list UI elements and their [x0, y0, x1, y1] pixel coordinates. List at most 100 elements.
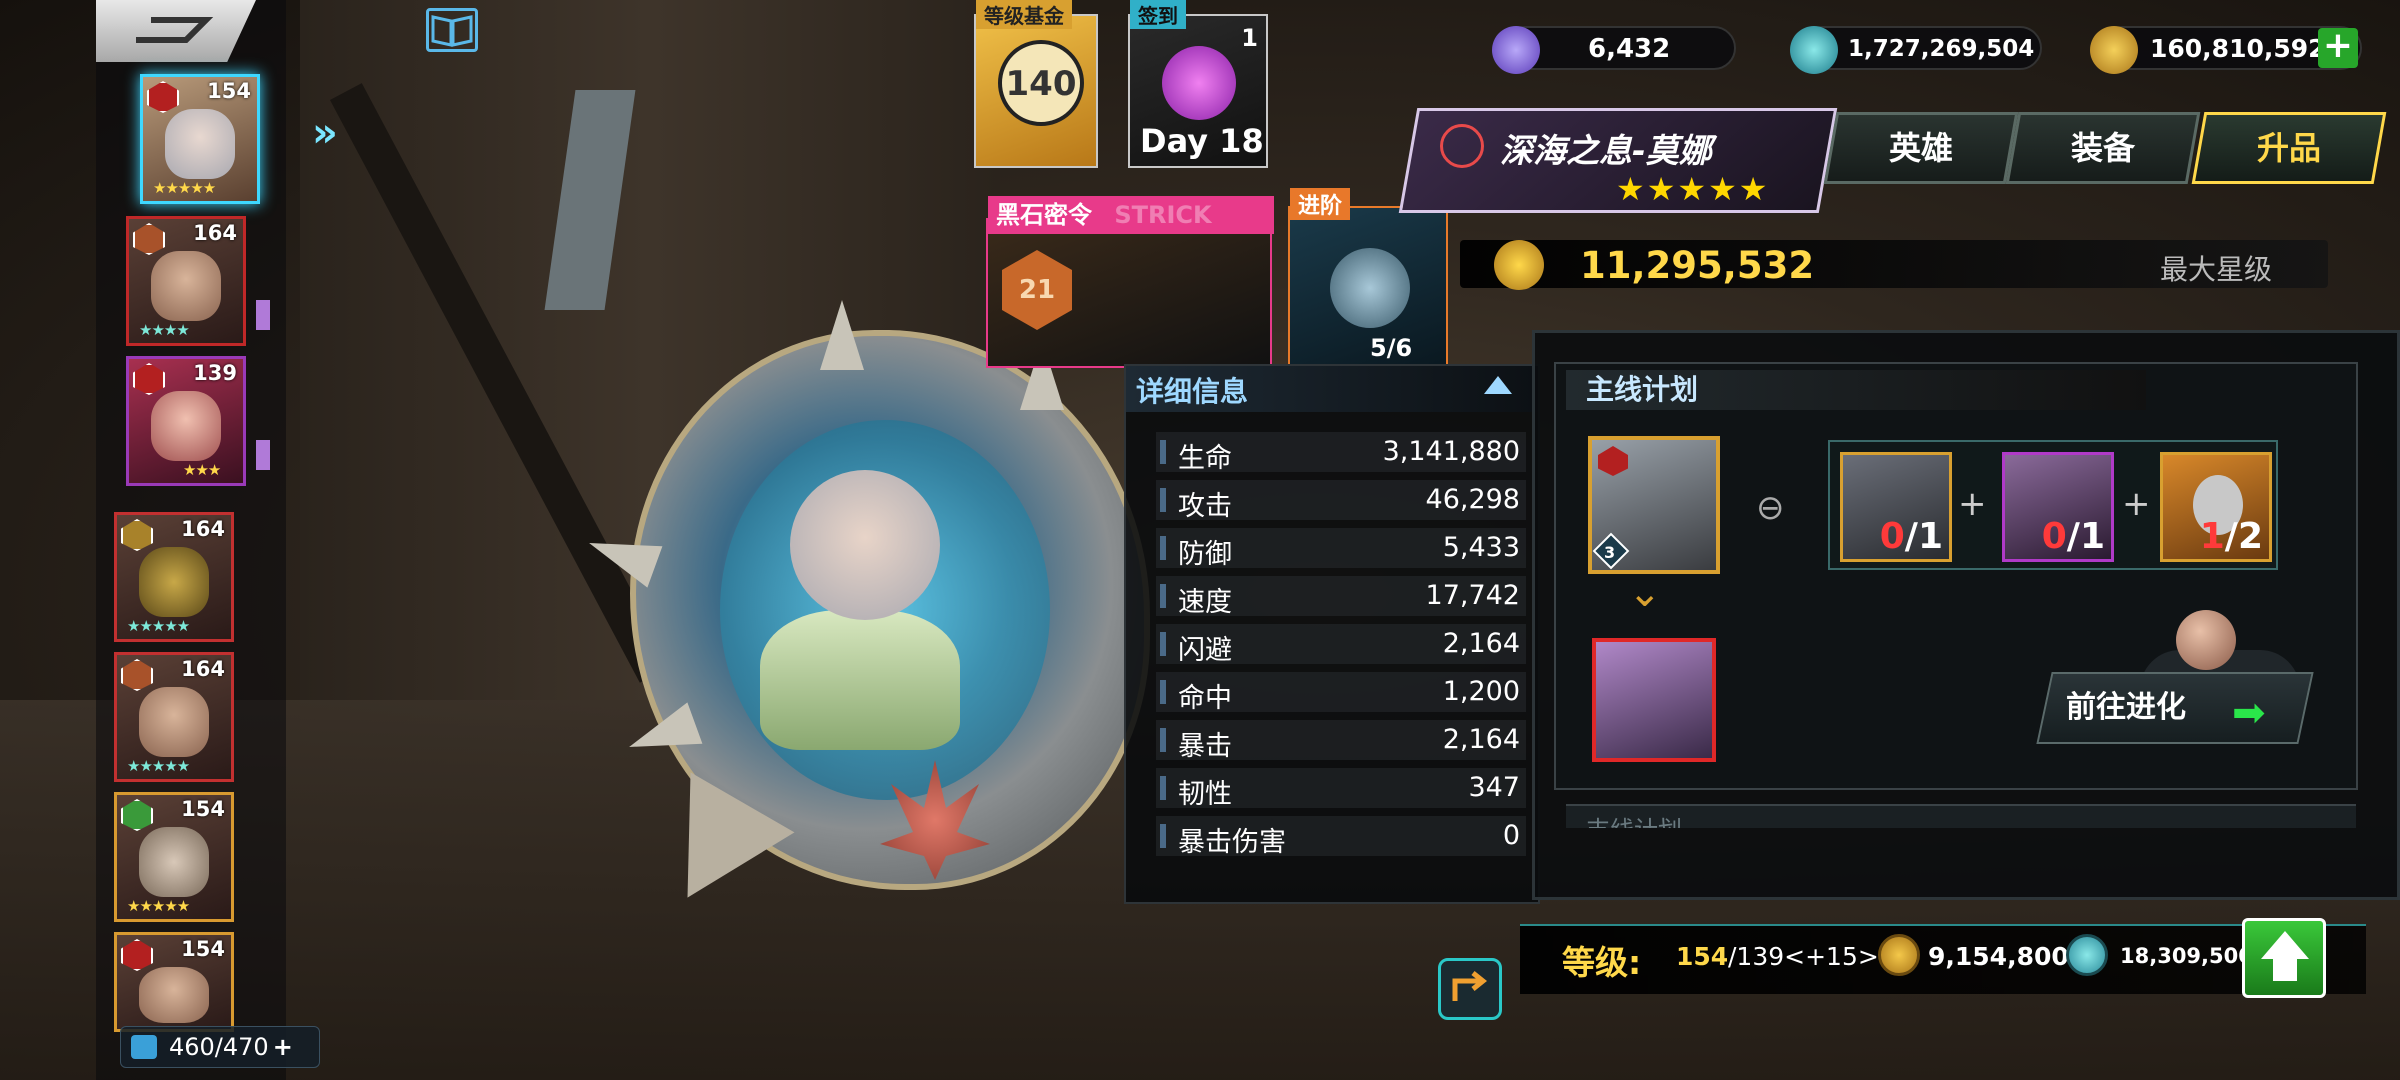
stat-row: 攻击 46,298	[1156, 480, 1526, 522]
go-evolve-button[interactable]: 前往进化	[2036, 672, 2314, 744]
roster-capacity[interactable]: 460/470 +	[120, 1026, 320, 1068]
hero-stars: ★★★★	[139, 321, 190, 339]
hero-level: 164	[181, 657, 225, 681]
stat-value: 2,164	[1442, 724, 1520, 755]
blackstone-level: 21	[1002, 250, 1072, 330]
hero-roster-card[interactable]: 164 ★★★★★	[114, 512, 234, 642]
codex-book-icon[interactable]	[426, 8, 478, 52]
stat-bar	[1160, 488, 1166, 512]
level-current: 154	[1676, 942, 1729, 971]
signin-gem-icon	[1162, 46, 1236, 120]
share-icon[interactable]	[1438, 958, 1502, 1020]
event-title: 黑石密令 STRICK	[988, 196, 1274, 234]
material-have: 1	[2199, 516, 2225, 557]
material-card[interactable]: 1/2	[2160, 452, 2272, 562]
gold-cost: 9,154,800	[1928, 942, 2069, 971]
stat-bar	[1160, 776, 1166, 800]
power-fist-icon	[1494, 240, 1544, 290]
collapse-triangle-icon[interactable]	[1484, 376, 1512, 394]
rarity-tag	[256, 440, 270, 470]
arrow-right-icon: ➡	[2232, 690, 2266, 736]
signin-badge: 1	[1241, 24, 1258, 52]
detail-title: 详细信息	[1136, 375, 1249, 408]
hero-portrait	[151, 251, 221, 321]
faction-badge-icon	[121, 659, 153, 691]
material-have: 0	[1879, 516, 1905, 557]
share-arrow-icon	[1452, 971, 1488, 1001]
faction-badge-icon	[133, 363, 165, 395]
stat-label: 速度	[1178, 587, 1232, 618]
hero-level: 164	[193, 221, 237, 245]
rank-badge-value: 3	[1604, 543, 1616, 562]
hero-power-value: 11,295,532	[1580, 244, 1815, 287]
blackstone-title: 黑石密令	[996, 201, 1092, 229]
tab-hero[interactable]: 英雄	[1823, 112, 2019, 184]
stat-label: 攻击	[1178, 491, 1232, 522]
hero-roster-card-selected[interactable]: 154 ★★★★★	[140, 74, 260, 204]
stat-label: 闪避	[1178, 635, 1232, 666]
hero-roster-card[interactable]: 154 ★★★★★	[114, 792, 234, 922]
material-count: 0/1	[1880, 516, 1943, 557]
gem-currency[interactable]: 6,432	[1492, 26, 1736, 74]
add-capacity-icon: +	[272, 1033, 293, 1061]
material-need: /1	[1904, 516, 1943, 557]
material-card[interactable]: 0/1	[1840, 452, 1952, 562]
stat-label: 韧性	[1178, 779, 1232, 810]
gold-coin-icon	[1878, 934, 1920, 976]
event-title: 签到	[1130, 0, 1186, 29]
rarity-tag	[256, 300, 270, 330]
tab-upgrade[interactable]: 升品	[2191, 112, 2387, 184]
material-count: 0/1	[2042, 516, 2105, 557]
hero-portrait	[139, 687, 209, 757]
hero-roster-card[interactable]: 164 ★★★★★	[114, 652, 234, 782]
signin-event[interactable]: 签到 1 Day 18	[1128, 0, 1268, 168]
hero-stars: ★★★	[183, 461, 221, 479]
target-hero-card[interactable]: 3	[1588, 436, 1720, 574]
level-cap: /139<+15>	[1728, 942, 1879, 971]
stat-row: 速度 17,742	[1156, 576, 1526, 618]
stat-bar	[1160, 824, 1166, 848]
plan-title: 主线计划	[1566, 370, 2146, 410]
hero-stars: ★★★★★	[127, 757, 190, 775]
advance-event[interactable]: 进阶 5/6	[1288, 188, 1448, 368]
gold-coin-icon	[2090, 26, 2138, 74]
tab-label: 英雄	[1888, 129, 1953, 167]
side-plan-header[interactable]: 支线计划	[1566, 804, 2356, 828]
stat-value: 17,742	[1425, 580, 1520, 611]
faction-badge-icon	[121, 799, 153, 831]
material-count: 1/2	[2200, 516, 2263, 557]
hero-roster-card[interactable]: 154	[114, 932, 234, 1032]
stat-label: 命中	[1178, 683, 1232, 714]
material-need: /2	[2224, 516, 2263, 557]
tab-equipment[interactable]: 装备	[2005, 112, 2201, 184]
chevron-right-icon: »	[312, 110, 338, 156]
stat-label: 暴击	[1178, 731, 1232, 762]
up-arrow-icon	[2261, 931, 2309, 959]
hero-roster-card[interactable]: 164 ★★★★	[126, 216, 246, 346]
faction-badge-icon	[133, 223, 165, 255]
level-up-button[interactable]	[2242, 918, 2326, 998]
faction-badge-icon	[121, 939, 153, 971]
level-fund-event[interactable]: 等级基金 140	[974, 0, 1098, 168]
material-have: 0	[2041, 516, 2067, 557]
credit-currency[interactable]: 1,727,269,504	[1790, 26, 2042, 74]
hero-roster-card[interactable]: 139 ★★★	[126, 356, 246, 486]
evolved-hero-card[interactable]	[1592, 638, 1716, 762]
gem-value: 6,432	[1588, 34, 1671, 64]
add-gold-button[interactable]: +	[2318, 28, 2358, 68]
material-card[interactable]: 0/1	[2002, 452, 2114, 562]
credit-icon	[1790, 26, 1838, 74]
hero-name: 深海之息-莫娜	[1500, 131, 1712, 170]
hero-stars: ★★★★★	[127, 617, 190, 635]
stat-row: 生命 3,141,880	[1156, 432, 1526, 474]
hero-character-mona	[790, 470, 940, 620]
evolve-label: 前往进化	[2066, 690, 2186, 725]
stat-bar	[1160, 632, 1166, 656]
stat-row: 命中 1,200	[1156, 672, 1526, 714]
event-watermark: STRICK	[1114, 201, 1212, 229]
blackstone-event[interactable]: 黑石密令 STRICK 21	[986, 196, 1274, 368]
pod-spike	[820, 300, 864, 370]
event-title: 等级基金	[976, 0, 1072, 29]
hero-body	[760, 610, 960, 750]
npc-guide-portrait	[2176, 610, 2236, 670]
